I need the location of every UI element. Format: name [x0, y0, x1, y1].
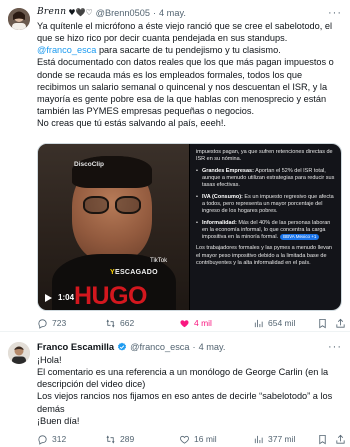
tweet-text-line: Está documentado con datos reales que lo…	[37, 57, 334, 116]
views-button[interactable]: 654 mil	[253, 318, 295, 329]
tweet-header: Franco Escamilla @franco_esca · 4 may.	[37, 340, 342, 354]
share-button[interactable]	[335, 318, 350, 329]
tweet-text-line: @franco_esca para sacarte de tu pendejis…	[37, 44, 342, 56]
retweet-button[interactable]: 289	[105, 434, 134, 445]
reply-icon	[38, 319, 47, 329]
author-name[interactable]: Franco Escamilla	[37, 341, 114, 353]
tweet-text: ¡Hola! El comentario es una referencia a…	[37, 354, 342, 427]
video-overlay-text: HUGO	[74, 282, 148, 310]
share-button[interactable]	[335, 434, 350, 445]
reply-count: 312	[52, 434, 67, 444]
more-icon[interactable]: ···	[328, 340, 342, 355]
tweet-text-fragment: para sacarte de tu pendejismo y tu clasi…	[96, 45, 281, 56]
doc-item: Grandes Empresas: Aportan el 52% del ISR…	[196, 168, 335, 190]
bookmark-icon	[319, 434, 326, 445]
retweet-count: 289	[120, 434, 135, 444]
views-button[interactable]: 377 mil	[253, 434, 295, 445]
tweet-text-line: El comentario es una referencia a un mon…	[37, 367, 329, 390]
doc-list: Grandes Empresas: Aportan el 52% del ISR…	[196, 168, 335, 242]
doc-item: IVA (Consumo): Es un impuesto regresivo …	[196, 194, 335, 216]
retweet-icon	[106, 319, 115, 328]
like-icon	[180, 435, 189, 444]
name-emojis: ♥🖤♡	[68, 7, 93, 17]
tweet-text: Ya quítenle el micrófono a éste viejo ra…	[37, 20, 342, 129]
views-icon	[254, 319, 263, 328]
screenshot-image[interactable]: impuestos pagan, ya que sufren retencion…	[188, 144, 341, 310]
like-icon	[180, 320, 189, 328]
views-count: 654 mil	[268, 318, 296, 328]
like-count: 4 mil	[194, 318, 212, 328]
shirt-text: YESCAGADO	[110, 269, 158, 276]
verified-badge-icon	[118, 342, 127, 351]
tweet-header: Brenn ♥🖤♡ @Brenn0505 · 4 may.	[37, 6, 342, 20]
source-chip: BBVA Mexico +1	[280, 234, 320, 241]
separator-dot: ·	[152, 7, 157, 18]
views-icon	[254, 435, 263, 444]
video-player[interactable]: DiscoClip YESCAGADO HUGO TikTok 1:04	[38, 144, 189, 310]
retweet-icon	[106, 435, 115, 444]
tweet-text-line: ¡Buen día!	[37, 415, 80, 426]
doc-outro: Los trabajadores formales y las pymes a …	[195, 245, 332, 267]
video-brand-label: DiscoClip	[74, 161, 104, 168]
views-count: 377 mil	[268, 434, 296, 444]
retweet-button[interactable]: 662	[105, 318, 134, 329]
share-icon	[336, 434, 345, 444]
tweet-media: DiscoClip YESCAGADO HUGO TikTok 1:04 imp…	[37, 143, 342, 311]
more-icon[interactable]: ···	[328, 6, 342, 21]
reply-icon	[38, 435, 47, 445]
tweet-date[interactable]: 4 may.	[199, 341, 226, 353]
tweet-date[interactable]: 4 may.	[159, 7, 186, 19]
separator-dot: ·	[192, 341, 196, 352]
like-button[interactable]: 16 mil	[179, 434, 217, 445]
share-icon	[336, 318, 345, 328]
tweet-text-line: Los viejos rancios nos fijamos en eso an…	[37, 391, 333, 414]
mention-link[interactable]: @franco_esca	[37, 45, 96, 55]
author-name[interactable]: Brenn	[37, 7, 66, 19]
video-duration: 1:04	[58, 293, 75, 303]
bookmark-button[interactable]	[317, 318, 332, 329]
bookmark-button[interactable]	[317, 434, 332, 445]
bookmark-icon	[319, 318, 326, 329]
tweet-brenn[interactable]: Brenn ♥🖤♡ @Brenn0505 · 4 may. ··· Ya quí…	[0, 0, 350, 332]
tweet-franco[interactable]: Franco Escamilla @franco_esca · 4 may. ·…	[0, 332, 350, 447]
like-button[interactable]: 4 mil	[179, 318, 212, 329]
play-icon[interactable]	[43, 293, 53, 303]
author-handle[interactable]: @Brenn0505	[96, 7, 150, 19]
doc-item: Informalidad: Más del 40% de las persona…	[196, 220, 335, 242]
avatar[interactable]	[8, 8, 30, 30]
tweet-text-line: No creas que tú estás salvando al país, …	[37, 118, 226, 129]
avatar[interactable]	[8, 342, 30, 364]
retweet-count: 662	[120, 318, 135, 328]
reply-button[interactable]: 312	[37, 434, 66, 445]
author-handle[interactable]: @franco_esca	[130, 341, 189, 353]
tweet-text-line: Ya quítenle el micrófono a éste viejo ra…	[37, 21, 333, 44]
reply-button[interactable]: 723	[37, 318, 66, 329]
like-count: 16 mil	[194, 434, 217, 444]
doc-intro: impuestos pagan, ya que sufren retencion…	[195, 149, 333, 163]
reply-count: 723	[52, 318, 67, 328]
tweet-text-line: ¡Hola!	[37, 355, 62, 365]
tiktok-watermark: TikTok	[150, 258, 168, 264]
